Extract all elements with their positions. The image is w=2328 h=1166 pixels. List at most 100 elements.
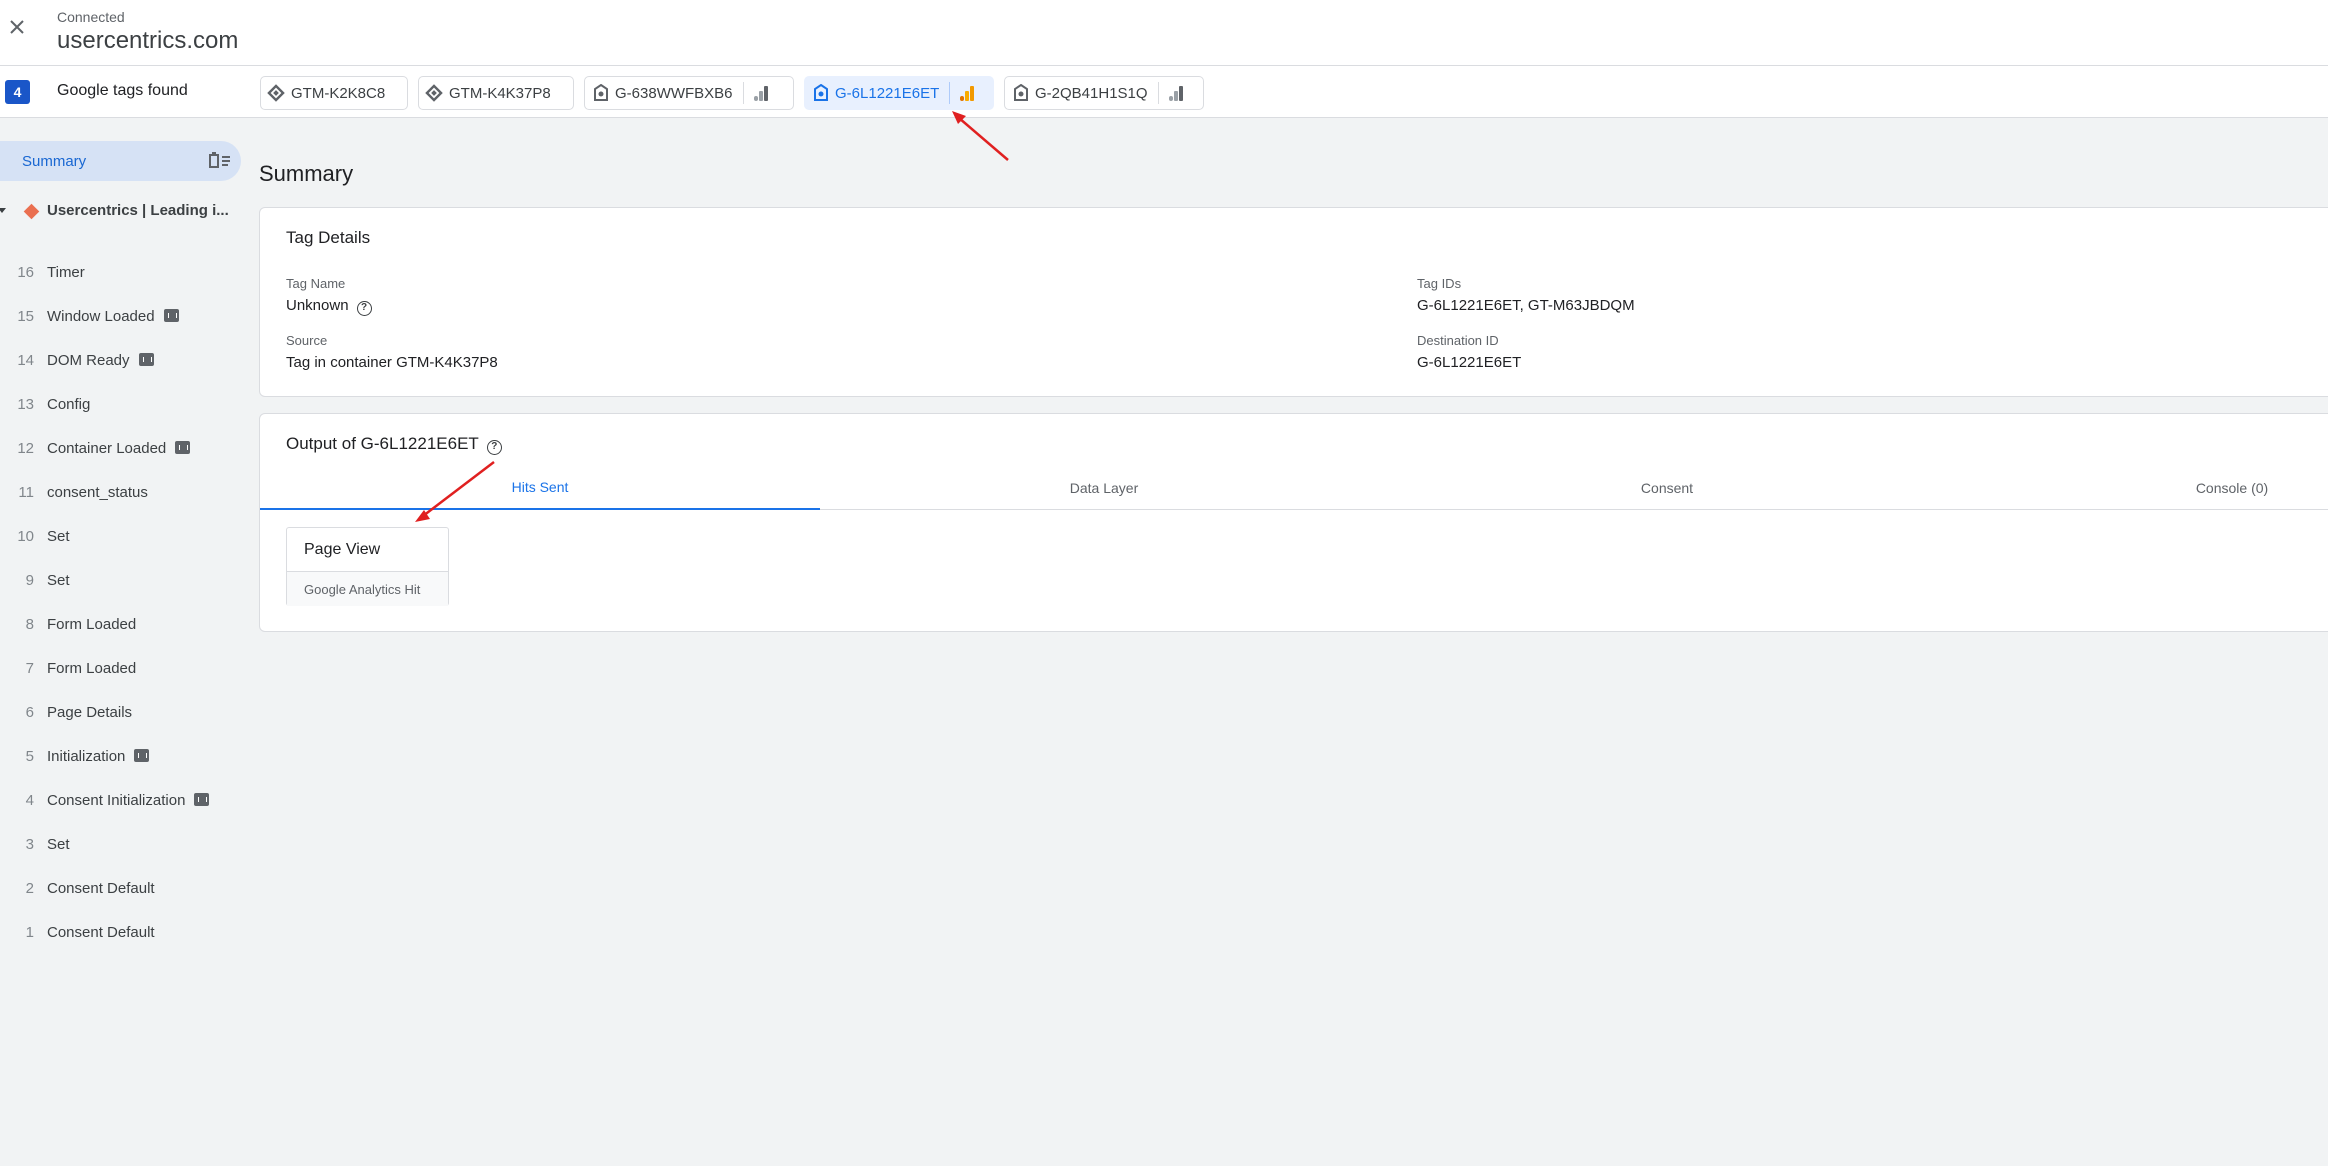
sidebar-event-item[interactable]: 15 Window Loaded — [0, 299, 250, 333]
event-name: Form Loaded — [47, 659, 137, 677]
event-name: DOM Ready — [47, 352, 154, 369]
event-name: Window Loaded — [47, 308, 179, 325]
sidebar-event-item[interactable]: 16 Timer — [0, 255, 250, 289]
output-title: Output of G-6L1221E6ET? — [286, 434, 502, 455]
sidebar-event-item[interactable]: 2 Consent Default — [0, 871, 250, 905]
sidebar-event-item[interactable]: 5 Initialization — [0, 739, 250, 773]
source-label: Source — [286, 333, 328, 348]
hit-type: Google Analytics Hit — [287, 571, 448, 606]
event-number: 9 — [25, 571, 34, 589]
tag-name-label: Tag Name — [286, 276, 346, 291]
tag-details-title: Tag Details — [286, 228, 371, 247]
tag-chip-g-2qb41h1s1q[interactable]: G-2QB41H1S1Q — [1004, 76, 1204, 110]
site-domain: usercentrics.com — [57, 27, 239, 54]
tag-chip-gtm-k4k37p8[interactable]: GTM-K4K37P8 — [418, 76, 574, 110]
destination-id-label: Destination ID — [1417, 333, 1499, 348]
google-tag-icon — [805, 77, 835, 109]
event-number: 10 — [17, 527, 34, 545]
analytics-bars-icon — [744, 77, 778, 109]
tag-chip-gtm-k2k8c8[interactable]: GTM-K2K8C8 — [260, 76, 408, 110]
tag-count-badge: 4 — [5, 80, 30, 104]
event-name: Set — [47, 835, 70, 853]
tab-consent[interactable]: Consent — [1387, 466, 1947, 510]
event-name: Consent Default — [47, 923, 155, 941]
tag-details-card: Tag Details Tag Name Unknown? Source Tag… — [259, 207, 2328, 397]
api-call-icon — [138, 352, 154, 366]
event-name: Consent Default — [47, 879, 155, 897]
event-number: 1 — [25, 923, 34, 941]
event-name: Form Loaded — [47, 615, 137, 633]
sidebar-page-item[interactable]: Usercentrics | Leading i... — [0, 194, 250, 228]
sidebar-event-item[interactable]: 11 consent_status — [0, 475, 250, 509]
event-name: Consent Initialization — [47, 792, 210, 809]
sidebar-event-item[interactable]: 3 Set — [0, 827, 250, 861]
sidebar-event-item[interactable]: 7 Form Loaded — [0, 651, 250, 685]
caret-down-icon[interactable] — [0, 208, 6, 213]
tag-ids-value: G-6L1221E6ET, GT-M63JBDQM — [1417, 297, 1635, 314]
sidebar-item-summary[interactable]: Summary — [0, 141, 241, 181]
event-number: 8 — [25, 615, 34, 633]
tag-bar: 4 Google tags found GTM-K2K8C8 GTM-K4K37… — [0, 66, 2328, 118]
api-call-icon — [194, 792, 210, 806]
tag-chip-g-638wwfbxb6[interactable]: G-638WWFBXB6 — [584, 76, 794, 110]
event-number: 11 — [18, 483, 34, 501]
analytics-bars-icon — [1159, 77, 1193, 109]
page-diamond-icon — [23, 203, 40, 220]
event-number: 3 — [25, 835, 34, 853]
hit-card-page-view[interactable]: Page View Google Analytics Hit — [286, 527, 449, 606]
tag-chip-g-6l1221e6et[interactable]: G-6L1221E6ET — [804, 76, 994, 110]
page-title: Summary — [259, 161, 354, 186]
event-name: consent_status — [47, 483, 148, 501]
help-icon[interactable]: ? — [356, 301, 372, 316]
output-tabs: Hits Sent Data Layer Consent Console (0) — [260, 466, 2328, 510]
sidebar-event-item[interactable]: 13 Config — [0, 387, 250, 421]
event-number: 15 — [17, 307, 34, 325]
tab-hits-sent[interactable]: Hits Sent — [260, 466, 820, 510]
destination-id-value: G-6L1221E6ET — [1417, 354, 1522, 371]
event-number: 2 — [25, 879, 34, 897]
api-call-icon — [175, 440, 191, 454]
event-sidebar: Summary Usercentrics | Leading i... 16 Ti… — [0, 118, 250, 1166]
event-name: Set — [47, 571, 70, 589]
connection-status: Connected — [57, 9, 125, 25]
help-icon[interactable]: ? — [486, 440, 502, 455]
sidebar-event-item[interactable]: 9 Set — [0, 563, 250, 597]
analytics-bars-icon — [950, 77, 984, 109]
event-name: Set — [47, 527, 70, 545]
event-number: 16 — [17, 263, 34, 281]
event-name: Initialization — [47, 748, 150, 765]
sidebar-event-item[interactable]: 1 Consent Default — [0, 915, 250, 949]
event-number: 14 — [17, 351, 34, 369]
api-call-icon — [163, 308, 179, 322]
api-call-icon — [134, 748, 150, 762]
event-name: Timer — [47, 263, 85, 281]
event-name: Container Loaded — [47, 440, 191, 457]
sidebar-event-item[interactable]: 10 Set — [0, 519, 250, 553]
top-header: Connected usercentrics.com — [0, 0, 2328, 66]
tab-console[interactable]: Console (0) — [1952, 466, 2328, 510]
sidebar-event-item[interactable]: 14 DOM Ready — [0, 343, 250, 377]
output-card: Output of G-6L1221E6ET? Hits Sent Data L… — [259, 413, 2328, 632]
sidebar-event-item[interactable]: 12 Container Loaded — [0, 431, 250, 465]
event-number: 4 — [25, 791, 34, 809]
sidebar-event-item[interactable]: 4 Consent Initialization — [0, 783, 250, 817]
sidebar-event-item[interactable]: 6 Page Details — [0, 695, 250, 729]
event-number: 13 — [17, 395, 34, 413]
event-number: 7 — [25, 659, 34, 677]
hit-title: Page View — [304, 541, 381, 558]
close-icon[interactable] — [4, 14, 30, 40]
google-tag-icon — [1005, 77, 1035, 109]
event-number: 5 — [25, 747, 34, 765]
sidebar-event-item[interactable]: 8 Form Loaded — [0, 607, 250, 641]
tab-data-layer[interactable]: Data Layer — [824, 466, 1384, 510]
event-name: Page Details — [47, 703, 133, 721]
event-name: Config — [47, 395, 91, 413]
google-tag-icon — [585, 77, 615, 109]
annotation-arrow — [952, 111, 1009, 161]
event-number: 12 — [17, 439, 34, 457]
event-number: 6 — [25, 703, 34, 721]
gtm-diamond-icon — [419, 77, 449, 109]
source-value: Tag in container GTM-K4K37P8 — [286, 354, 498, 371]
tag-name-value: Unknown? — [286, 297, 372, 316]
delete-list-icon[interactable] — [207, 152, 231, 170]
